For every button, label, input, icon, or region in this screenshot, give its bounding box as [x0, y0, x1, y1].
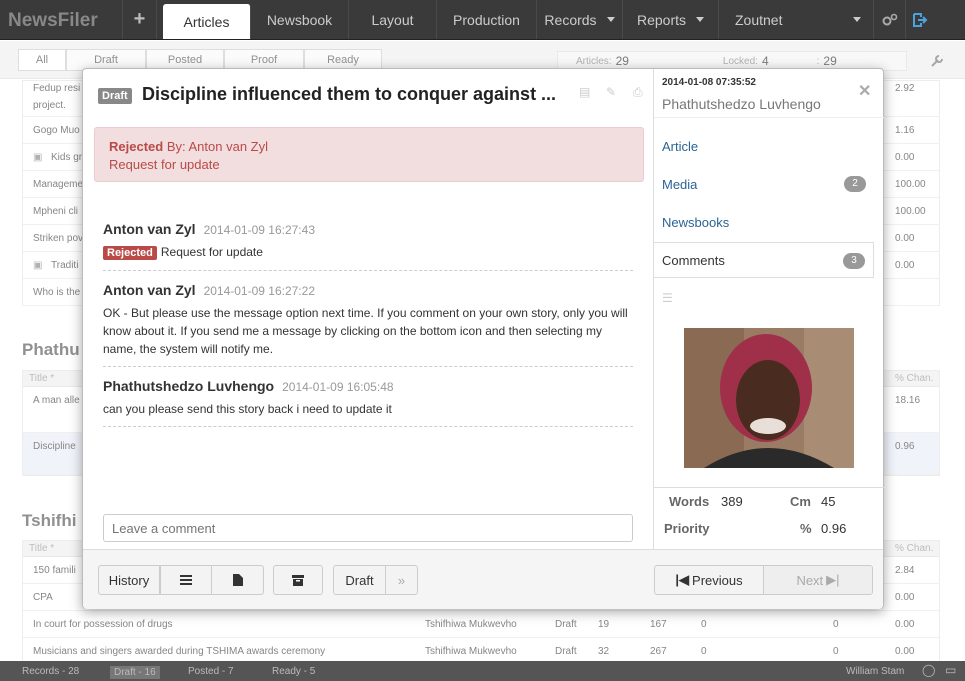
comment-author: Anton van Zyl: [103, 221, 196, 237]
alert-by: By: Anton van Zyl: [166, 139, 268, 154]
cogs-icon: [882, 13, 897, 25]
status-bar: Records - 28 Draft - 16 Posted - 7 Ready…: [0, 661, 965, 681]
priority-label: Priority: [664, 521, 710, 536]
step-forward-icon: ▶|: [826, 572, 840, 587]
alert-message: Request for update: [109, 157, 220, 172]
pct-label: %: [800, 521, 812, 536]
article-author: Phathutshedzo Luvhengo: [662, 96, 821, 112]
print-icon[interactable]: ⎙: [633, 85, 643, 100]
tab-production[interactable]: Production: [437, 0, 537, 39]
top-navbar: NewsFiler + Articles Newsbook Layout Pro…: [0, 0, 965, 40]
rejection-alert: Rejected By: Anton van Zyl Request for u…: [94, 127, 644, 182]
tab-newsbook[interactable]: Newsbook: [251, 0, 349, 39]
rejected-label: Rejected: [103, 246, 157, 260]
close-icon[interactable]: ✕: [858, 81, 871, 101]
status-records[interactable]: Records - 28: [22, 666, 79, 677]
pencil-icon[interactable]: ✎: [606, 85, 616, 99]
tab-layout[interactable]: Layout: [349, 0, 437, 39]
double-chevron-right-icon: »: [397, 572, 406, 588]
portrait-image: [684, 328, 854, 468]
comment-body: OK - But please use the message option n…: [103, 306, 628, 356]
modal-footer: History Draft » |◀ Previous Next ▶|: [83, 549, 883, 609]
words-value: 389: [721, 494, 743, 509]
media-count-badge: 2: [844, 176, 866, 192]
previous-button[interactable]: |◀ Previous: [654, 565, 764, 595]
chevron-down-icon: [606, 17, 615, 22]
cm-label: Cm: [790, 494, 811, 509]
pct-value: 0.96: [821, 521, 847, 536]
comment-author: Anton van Zyl: [103, 282, 196, 298]
comment-time: 2014-01-09 16:27:43: [203, 223, 315, 237]
sign-out-icon: [913, 12, 928, 27]
list-icon: [180, 575, 192, 585]
settings-button[interactable]: [874, 0, 906, 39]
previous-label: Previous: [692, 572, 743, 588]
article-comments-modal: Draft Discipline influenced them to conq…: [82, 68, 885, 609]
comment-time: 2014-01-09 16:05:48: [282, 380, 394, 394]
chat-icon[interactable]: ◯: [922, 663, 935, 677]
status-draft-button[interactable]: Draft: [333, 565, 386, 595]
comments-count-badge: 3: [843, 253, 865, 269]
article-photo[interactable]: [684, 328, 854, 468]
status-draft[interactable]: Draft - 16: [110, 666, 160, 679]
status-user[interactable]: William Stam: [846, 666, 904, 677]
archive-icon: [292, 574, 304, 586]
chevron-down-icon: [696, 17, 705, 22]
next-button[interactable]: Next ▶|: [763, 565, 873, 595]
file-icon: [232, 574, 243, 586]
add-button[interactable]: +: [123, 0, 157, 39]
status-ready[interactable]: Ready - 5: [272, 666, 315, 677]
modal-header: Draft Discipline influenced them to conq…: [83, 69, 653, 119]
tab-reports-label: Reports: [636, 11, 687, 28]
comment-time: 2014-01-09 16:27:22: [203, 284, 315, 298]
comment-body: can you please send this story back i ne…: [103, 402, 392, 416]
comment-icon[interactable]: ▭: [945, 663, 956, 677]
tab-articles[interactable]: Articles: [163, 4, 251, 39]
tab-media-label: Media: [662, 176, 698, 192]
article-title: Discipline influenced them to conquer ag…: [142, 84, 557, 104]
company-label: Zoutnet: [735, 11, 783, 28]
document-button[interactable]: [211, 565, 264, 595]
article-date: 2014-01-08 07:35:52: [662, 77, 756, 88]
alert-status: Rejected: [109, 139, 164, 154]
step-backward-icon: |◀: [675, 572, 690, 587]
tab-newsbooks[interactable]: Newsbooks: [654, 204, 874, 240]
article-sidebar: 2014-01-08 07:35:52 Phathutshedzo Luvhen…: [653, 69, 885, 549]
tab-media[interactable]: Media 2: [654, 166, 874, 202]
article-stats: Words 389 Cm 45 Priority % 0.96: [654, 487, 885, 549]
list-icon[interactable]: ☰: [662, 291, 673, 305]
book-icon[interactable]: ▤: [579, 85, 590, 99]
next-status-button[interactable]: »: [385, 565, 418, 595]
divider: [654, 117, 884, 118]
comment-item: Anton van Zyl 2014-01-09 16:27:43 Rejecte…: [103, 221, 633, 271]
tab-records[interactable]: Records: [537, 0, 623, 39]
comment-input[interactable]: [103, 514, 633, 542]
tab-comments[interactable]: Comments 3: [654, 242, 874, 278]
status-posted[interactable]: Posted - 7: [188, 666, 234, 677]
cm-value: 45: [821, 494, 836, 509]
plus-icon: +: [133, 8, 146, 30]
next-label: Next: [796, 572, 824, 588]
comment-item: Anton van Zyl 2014-01-09 16:27:22 OK - Bu…: [103, 282, 633, 367]
app-logo[interactable]: NewsFiler: [0, 0, 123, 39]
tab-article[interactable]: Article: [654, 128, 874, 164]
history-button[interactable]: History: [98, 565, 160, 595]
tab-records-label: Records: [544, 11, 597, 28]
logout-button[interactable]: [906, 0, 934, 39]
list-view-button[interactable]: [160, 565, 212, 595]
comment-body: Request for update: [160, 245, 263, 259]
words-label: Words: [669, 494, 710, 509]
tab-reports[interactable]: Reports: [623, 0, 719, 39]
tab-comments-label: Comments: [662, 252, 725, 268]
comment-item: Phathutshedzo Luvhengo 2014-01-09 16:05:4…: [103, 378, 633, 427]
status-badge: Draft: [98, 88, 132, 104]
comment-author: Phathutshedzo Luvhengo: [103, 378, 275, 394]
archive-button[interactable]: [273, 565, 323, 595]
company-dropdown[interactable]: Zoutnet: [719, 0, 874, 39]
chevron-down-icon: [853, 17, 861, 22]
